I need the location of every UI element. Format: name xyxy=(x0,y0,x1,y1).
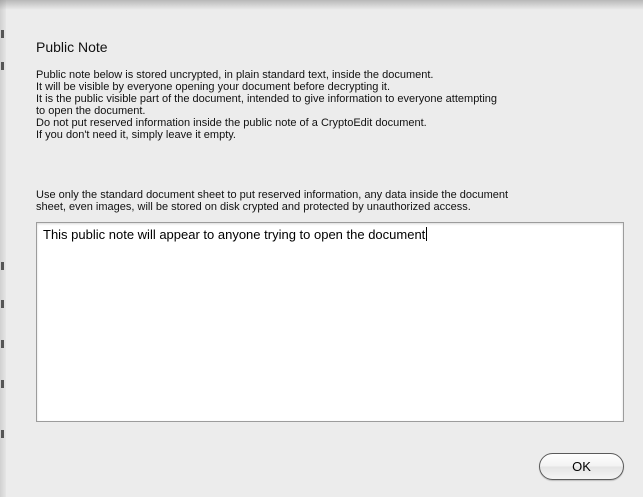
edge-marker xyxy=(1,30,4,38)
warning-line: sheet, even images, will be stored on di… xyxy=(36,201,471,213)
text-caret xyxy=(426,227,428,241)
edge-marker xyxy=(1,62,4,70)
public-note-textarea[interactable]: This public note will appear to anyone t… xyxy=(36,222,624,422)
edge-marker xyxy=(1,300,4,308)
dialog-title: Public Note xyxy=(36,39,108,55)
warning-paragraph: Use only the standard document sheet to … xyxy=(36,189,616,213)
info-line: to open the document. xyxy=(36,105,146,117)
info-line: It will be visible by everyone opening y… xyxy=(36,81,391,93)
edge-marker xyxy=(1,430,4,438)
info-paragraph: Public note below is stored uncrypted, i… xyxy=(36,69,616,141)
edge-marker xyxy=(1,340,4,348)
edge-marker xyxy=(1,262,4,270)
window-left-edge xyxy=(0,0,6,497)
sheet-top-shadow xyxy=(0,0,643,10)
info-line: If you don't need it, simply leave it em… xyxy=(36,129,236,141)
public-note-sheet: Public Note Public note below is stored … xyxy=(8,8,641,497)
public-note-text: This public note will appear to anyone t… xyxy=(43,227,426,242)
warning-line: Use only the standard document sheet to … xyxy=(36,189,509,201)
info-line: It is the public visible part of the doc… xyxy=(36,93,498,105)
edge-marker xyxy=(1,380,4,388)
info-line: Do not put reserved information inside t… xyxy=(36,117,427,129)
info-line: Public note below is stored uncrypted, i… xyxy=(36,69,434,81)
ok-button[interactable]: OK xyxy=(539,453,624,480)
